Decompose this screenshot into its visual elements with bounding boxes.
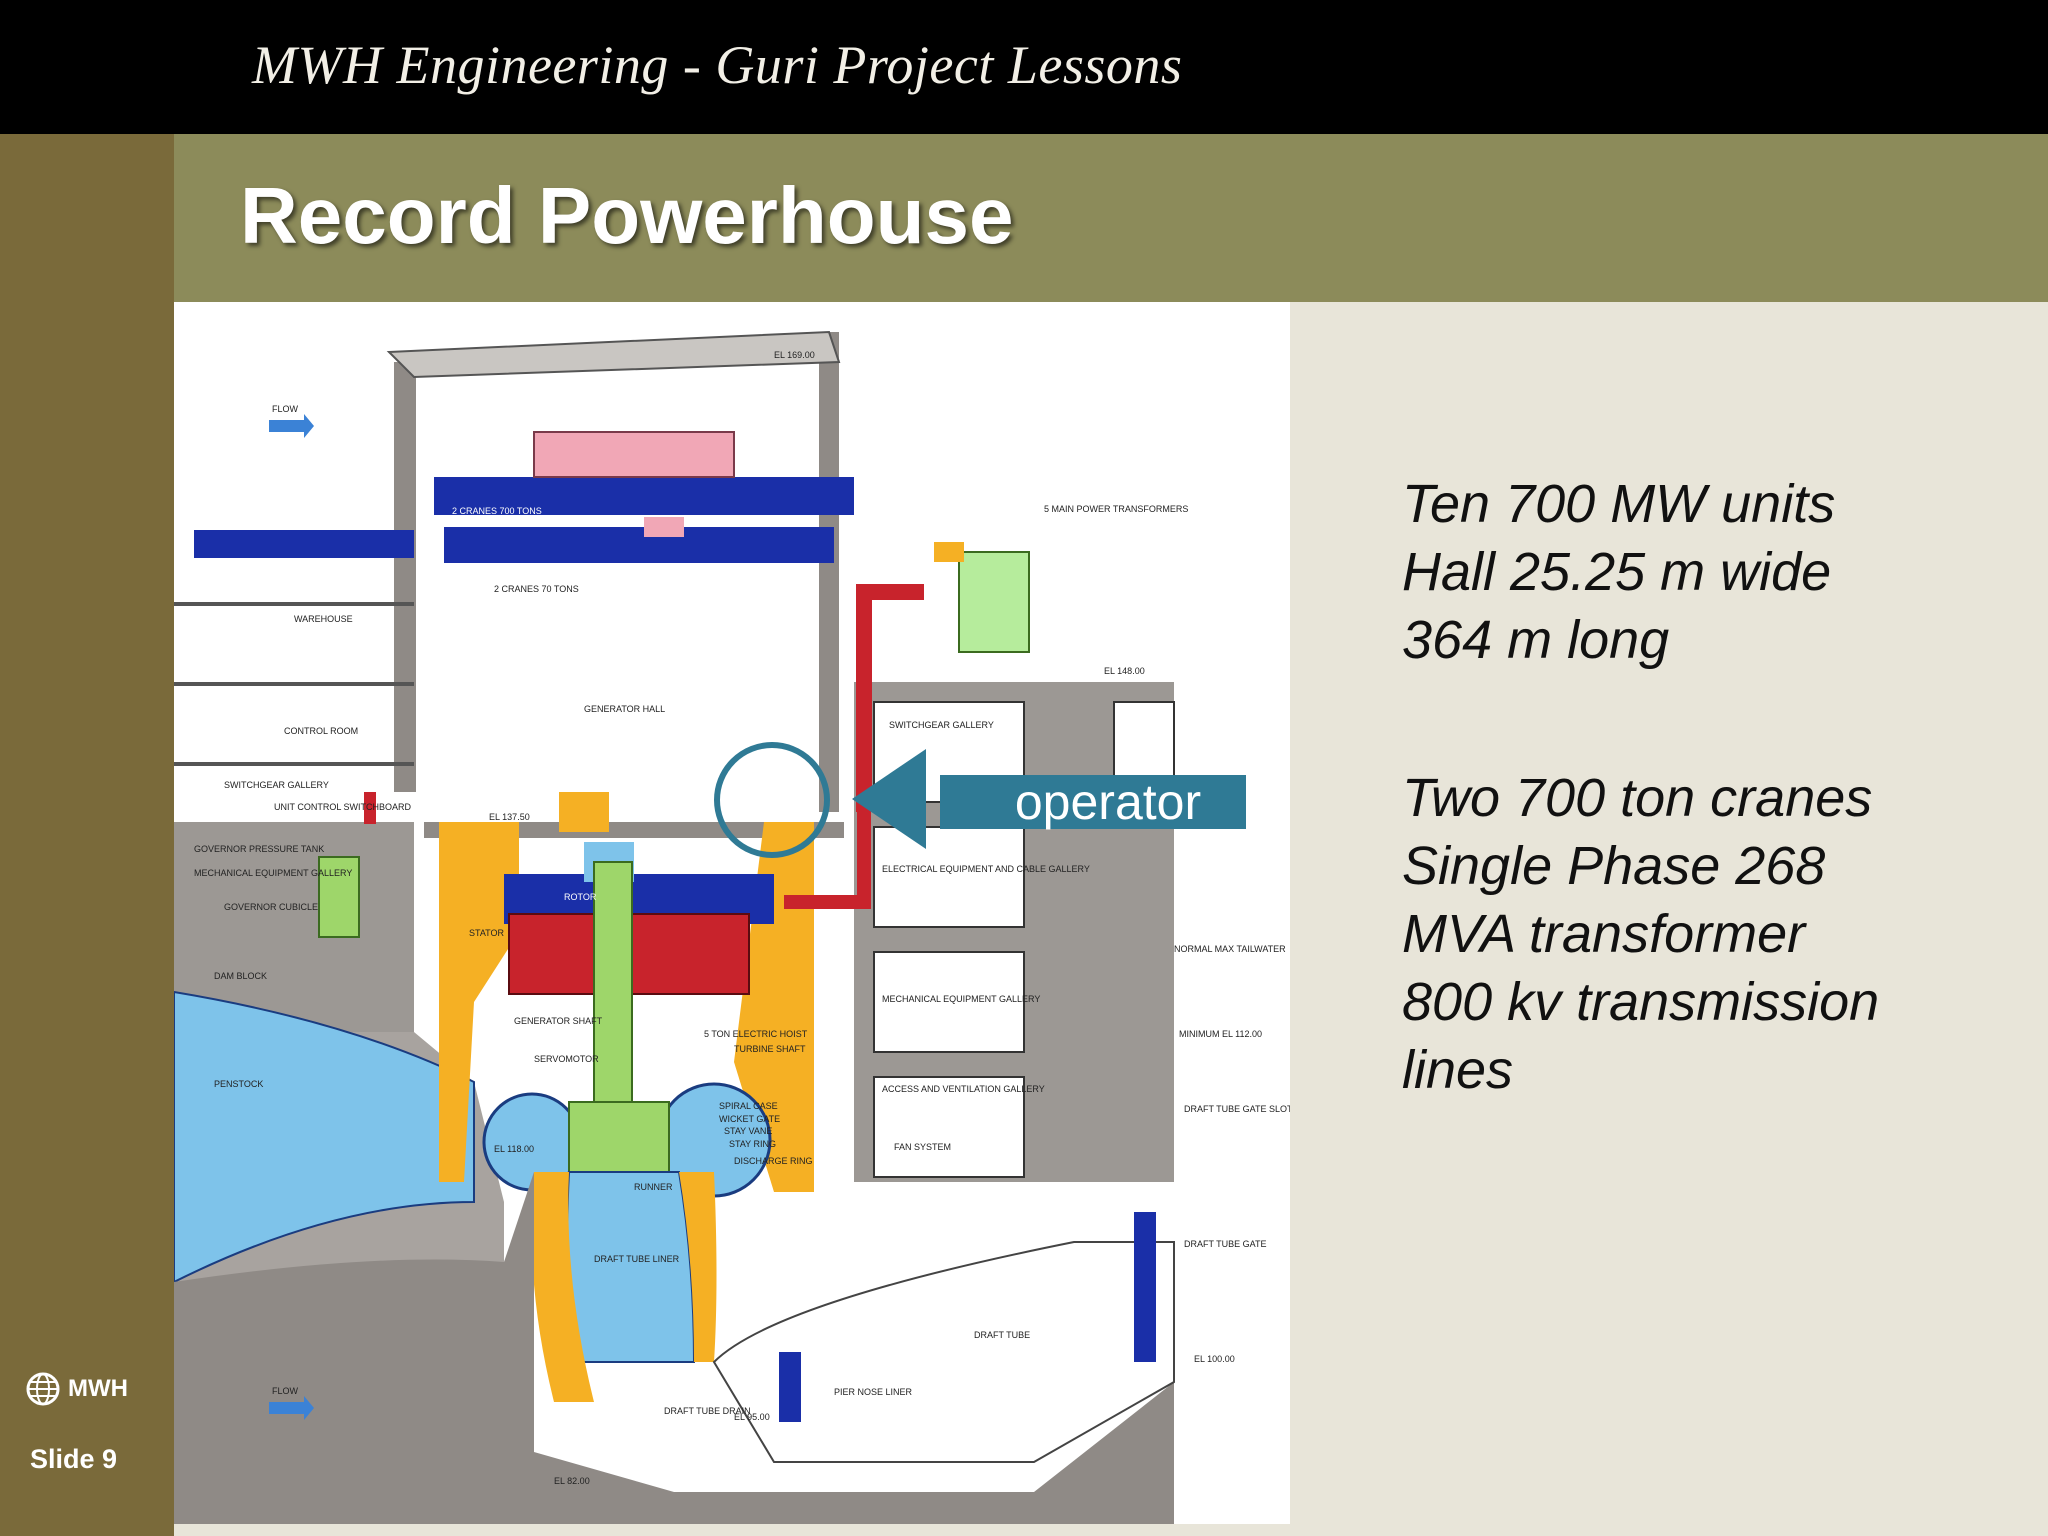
bullet-line: Hall 25.25 m wide — [1402, 542, 1832, 602]
pier-nose-liner — [779, 1352, 801, 1422]
label-draft-tube-liner: DRAFT TUBE LINER — [594, 1254, 680, 1264]
bullet-line: 364 m long — [1402, 610, 1670, 670]
label-mech-equip-right: MECHANICAL EQUIPMENT GALLERY — [882, 994, 1040, 1004]
control-room-floor — [174, 682, 414, 686]
label-pier-nose: PIER NOSE LINER — [834, 1387, 913, 1397]
label-access-vent: ACCESS AND VENTILATION GALLERY — [882, 1084, 1045, 1094]
label-cranes-700: 2 CRANES 700 TONS — [452, 506, 542, 516]
label-cranes-70: 2 CRANES 70 TONS — [494, 584, 579, 594]
brand-logo: MWH — [26, 1372, 128, 1406]
crane-hook-block — [644, 517, 684, 537]
draft-tube-water — [566, 1171, 696, 1363]
label-stay-vane: STAY VANE — [724, 1126, 772, 1136]
label-governor-cubicle: GOVERNOR CUBICLE — [224, 902, 318, 912]
top-orange-block — [559, 792, 609, 832]
flow-arrow-top — [269, 414, 314, 438]
label-el-top: EL 169.00 — [774, 350, 815, 360]
label-el-137: EL 137.50 — [489, 812, 530, 822]
label-wicket-gate: WICKET GATE — [719, 1114, 780, 1124]
label-penstock: PENSTOCK — [214, 1079, 263, 1089]
label-transformers: 5 MAIN POWER TRANSFORMERS — [1044, 504, 1188, 514]
label-turbine-shaft: TURBINE SHAFT — [734, 1044, 806, 1054]
powerhouse-cross-section-diagram: FLOW FLOW EL 169.00 2 CRANES 700 TONS 2 … — [173, 302, 1293, 1524]
crane-left-beam — [194, 530, 414, 558]
bullet-line: 800 kv transmission — [1402, 972, 1880, 1032]
label-el-95: EL 95.00 — [734, 1412, 770, 1422]
label-flow-top: FLOW — [272, 404, 299, 414]
slide-title: Record Powerhouse — [240, 171, 1014, 260]
runner-housing — [568, 1101, 670, 1173]
label-rotor: ROTOR — [564, 892, 597, 902]
diagram-drawing: FLOW FLOW EL 169.00 2 CRANES 700 TONS 2 … — [173, 330, 1293, 1524]
main-transformer — [958, 551, 1030, 653]
label-el-82: EL 82.00 — [554, 1476, 590, 1486]
label-draft-tube: DRAFT TUBE — [974, 1330, 1030, 1340]
warehouse-floor — [174, 602, 414, 606]
label-generator-shaft: GENERATOR SHAFT — [514, 1016, 603, 1026]
right-shaft-room — [1113, 701, 1175, 783]
label-governor-tank: GOVERNOR PRESSURE TANK — [194, 844, 324, 854]
label-runner: RUNNER — [634, 1182, 673, 1192]
label-minimum-tailwater: MINIMUM EL 112.00 — [1179, 1029, 1262, 1039]
bullet-line: Two 700 ton cranes — [1402, 768, 1873, 828]
label-normal-max-tailwater: NORMAL MAX TAILWATER — [1174, 944, 1286, 954]
header-title: MWH Engineering - Guri Project Lessons — [252, 35, 1183, 95]
switchgear-floor — [174, 762, 414, 766]
right-wall — [819, 332, 839, 812]
electrical-gallery-room — [873, 826, 1025, 928]
roof — [386, 330, 841, 379]
label-generator-hall: GENERATOR HALL — [584, 704, 665, 714]
label-stay-ring: STAY RING — [729, 1139, 776, 1149]
label-fan-system: FAN SYSTEM — [894, 1142, 951, 1152]
label-dam-block: DAM BLOCK — [214, 971, 267, 981]
bullet-spacer — [1402, 674, 2022, 764]
label-draft-tube-gate: DRAFT TUBE GATE — [1184, 1239, 1267, 1249]
header-bar: MWH Engineering - Guri Project Lessons — [0, 0, 2048, 134]
label-switchgear-left: SWITCHGEAR GALLERY — [224, 780, 329, 790]
operator-callout: operator — [940, 775, 1246, 829]
crane-70-beam — [444, 527, 834, 563]
globe-icon — [26, 1372, 60, 1406]
label-warehouse: WAREHOUSE — [294, 614, 353, 624]
label-mech-equip-left: MECHANICAL EQUIPMENT GALLERY — [194, 868, 352, 878]
left-sidebar — [0, 134, 174, 1536]
label-unit-control: UNIT CONTROL SWITCHBOARD — [274, 802, 412, 812]
label-draft-tube-gate-slot: DRAFT TUBE GATE SLOT — [1184, 1104, 1290, 1114]
brand-name: MWH — [68, 1375, 128, 1402]
slide-number: Slide 9 — [30, 1444, 118, 1474]
label-stator: STATOR — [469, 928, 505, 938]
label-el-148: EL 148.00 — [1104, 666, 1145, 676]
left-wall — [394, 362, 416, 792]
label-servomotor: SERVOMOTOR — [534, 1054, 599, 1064]
label-electrical-equip: ELECTRICAL EQUIPMENT AND CABLE GALLERY — [882, 864, 1090, 874]
crane-trolley — [533, 431, 735, 478]
bullet-list: Ten 700 MW units Hall 25.25 m wide 364 m… — [1402, 470, 2022, 1104]
bullet-line: lines — [1402, 1040, 1514, 1100]
transformer-bushing — [934, 542, 964, 562]
bullet-line: MVA transformer — [1402, 904, 1806, 964]
bullet-line: Ten 700 MW units — [1402, 474, 1836, 534]
draft-tube-gate — [1134, 1212, 1156, 1362]
label-discharge-ring: DISCHARGE RING — [734, 1156, 813, 1166]
label-el-118: EL 118.00 — [494, 1144, 534, 1154]
label-flow-bottom: FLOW — [272, 1386, 299, 1396]
label-electric-hoist: 5 TON ELECTRIC HOIST — [704, 1029, 808, 1039]
label-el-100: EL 100.00 — [1194, 1354, 1235, 1364]
label-spiral-case: SPIRAL CASE — [719, 1101, 778, 1111]
label-switchgear-right: SWITCHGEAR GALLERY — [889, 720, 994, 730]
label-control-room: CONTROL ROOM — [284, 726, 358, 736]
bullet-line: Single Phase 268 — [1402, 836, 1826, 896]
